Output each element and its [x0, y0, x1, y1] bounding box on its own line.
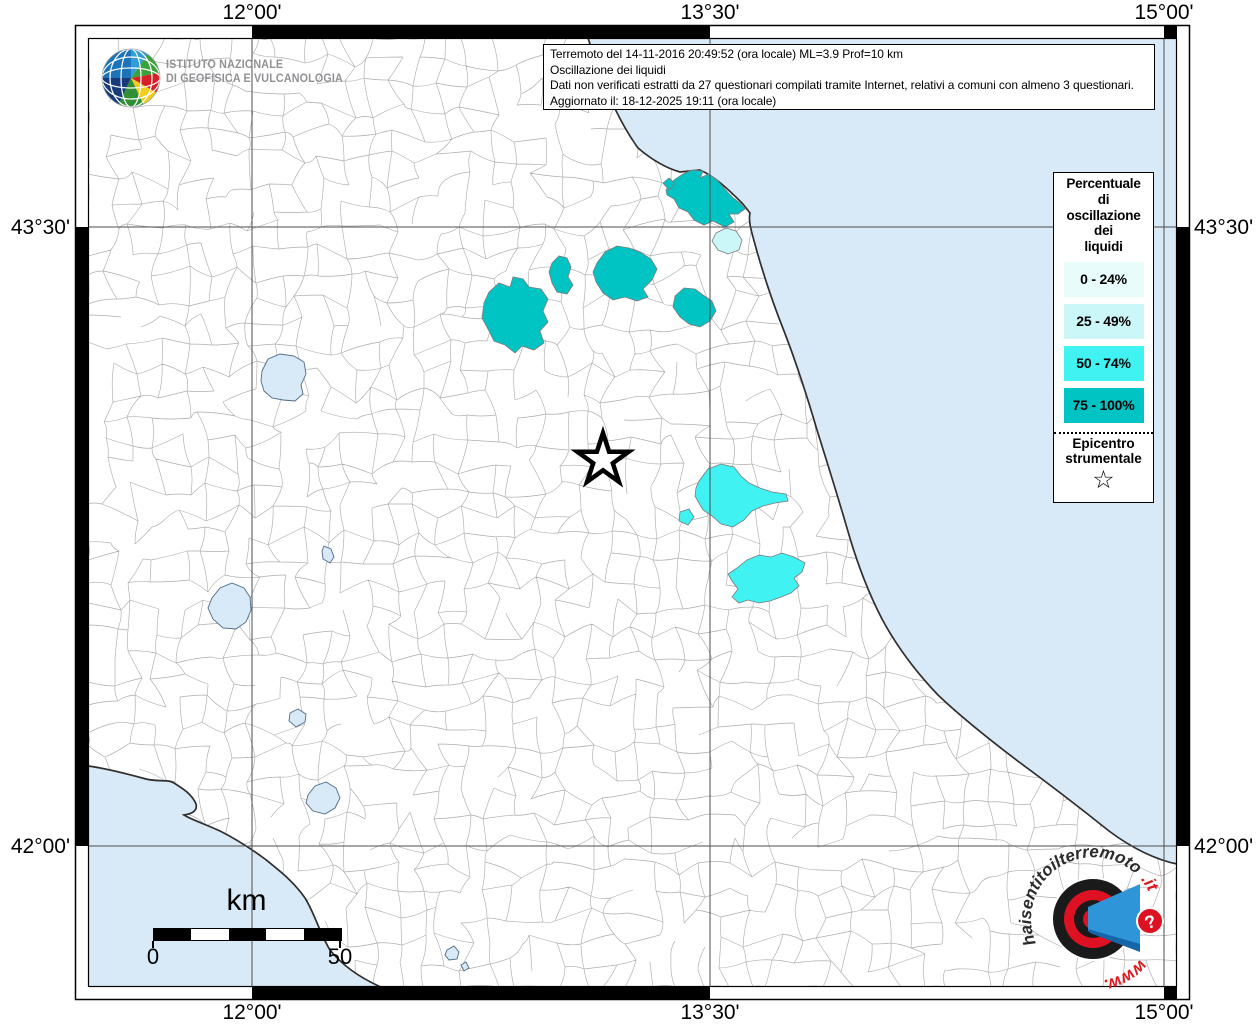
legend-class-25-49: 25 - 49% — [1063, 303, 1144, 339]
scalebar-segment — [303, 929, 342, 940]
legend-epicenter-line: Epicentro — [1072, 435, 1135, 451]
legend-epicenter-line: strumentale — [1065, 451, 1142, 467]
ingv-globe-icon — [101, 48, 161, 108]
axis-right-4200: 42°00' — [1194, 835, 1254, 858]
axis-top-15: 15°00' — [1134, 1, 1194, 24]
legend-epicenter-label: Epicentro strumentale — [1054, 436, 1153, 467]
scalebar-segment — [191, 929, 229, 940]
scalebar-end: 50 — [327, 944, 353, 969]
legend-divider — [1054, 431, 1153, 434]
legend-title: Percentuale di oscillazione dei liquidi — [1054, 176, 1153, 255]
legend-class-0-24: 0 - 24% — [1063, 261, 1144, 297]
scalebar-segment — [266, 929, 304, 940]
ingv-name-line1: ISTITUTO NAZIONALE — [166, 59, 284, 71]
legend: Percentuale di oscillazione dei liquidi … — [1053, 172, 1154, 503]
axis-top-12: 12°00' — [222, 1, 282, 24]
legend-title-line: oscillazione — [1066, 207, 1141, 223]
scalebar — [153, 928, 342, 941]
epicenter-star — [570, 425, 636, 488]
map-content — [88, 38, 1177, 987]
legend-class-50-74: 50 - 74% — [1063, 345, 1144, 381]
ingv-logo-text: ISTITUTO NAZIONALE DI GEOFISICA E VULCAN… — [166, 59, 343, 86]
seismic-map-page: ? haisentitoilterremoto .it www. 12°00' … — [0, 0, 1256, 1024]
legend-title-line: dei — [1094, 223, 1113, 239]
axis-left-4330: 43°30' — [10, 216, 70, 239]
legend-star-icon: ☆ — [1092, 465, 1115, 494]
legend-class-75-100: 75 - 100% — [1063, 387, 1144, 423]
event-effect: Oscillazione dei liquidi — [550, 62, 666, 77]
legend-class-label: 75 - 100% — [1072, 397, 1135, 414]
scalebar-unit: km — [226, 884, 267, 917]
scalebar-segment — [228, 929, 267, 940]
event-updated: Aggiornato il: 18-12-2025 19:11 (ora loc… — [550, 93, 777, 108]
legend-class-label: 25 - 49% — [1076, 313, 1131, 330]
event-title: Terremoto del 14-11-2016 20:49:52 (ora l… — [550, 47, 903, 61]
legend-title-line: liquidi — [1084, 239, 1123, 255]
event-data-note: Dati non verificati estratti da 27 quest… — [550, 78, 1134, 93]
axis-left-4200: 42°00' — [10, 835, 70, 858]
axis-bottom-1330: 13°30' — [680, 1001, 740, 1024]
haisentitoilterremoto-logo: ? haisentitoilterremoto .it www. — [1016, 842, 1164, 995]
legend-title-line: Percentuale — [1066, 176, 1141, 191]
axis-bottom-15: 15°00' — [1134, 1001, 1194, 1024]
scalebar-start: 0 — [146, 944, 160, 969]
event-info-box: Terremoto del 14-11-2016 20:49:52 (ora l… — [543, 44, 1155, 110]
legend-class-label: 0 - 24% — [1080, 271, 1127, 288]
legend-class-label: 50 - 74% — [1076, 355, 1131, 372]
axis-right-4330: 43°30' — [1194, 216, 1254, 239]
axis-top-1330: 13°30' — [680, 1, 740, 24]
scalebar-segment — [154, 929, 192, 940]
axis-bottom-12: 12°00' — [222, 1001, 282, 1024]
ingv-name-line2: DI GEOFISICA E VULCANOLOGIA — [166, 72, 343, 85]
map-canvas: ? haisentitoilterremoto .it www. — [74, 24, 1191, 1001]
legend-title-line: di — [1097, 191, 1110, 207]
